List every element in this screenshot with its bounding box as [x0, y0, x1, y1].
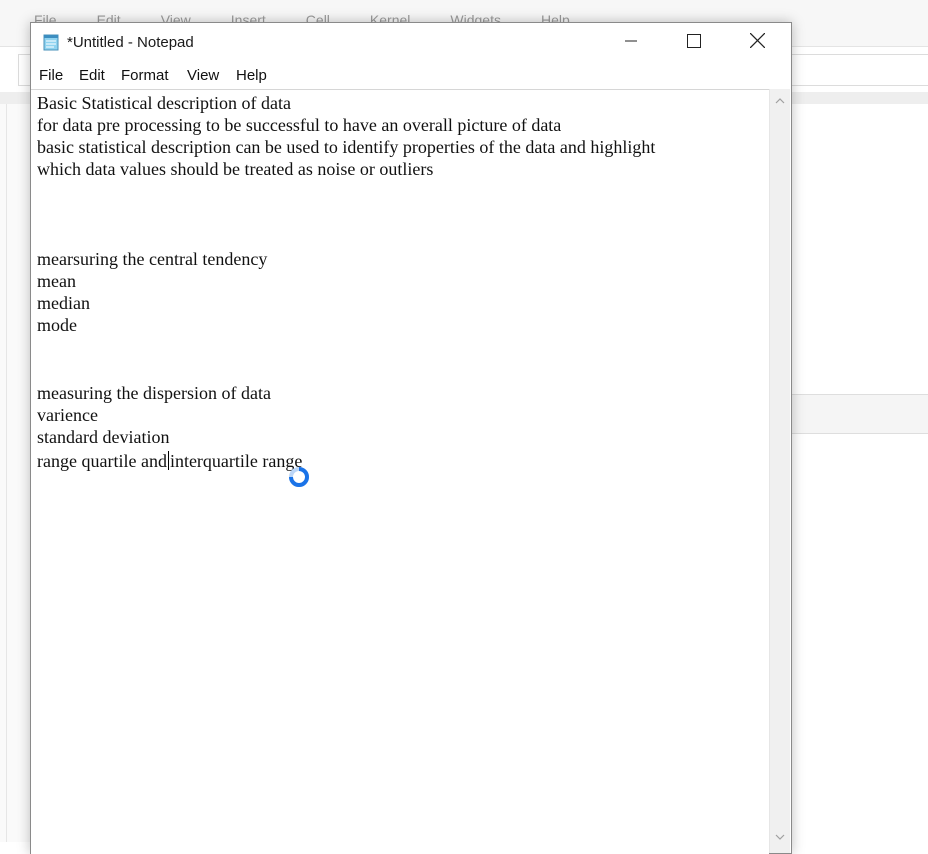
maximize-button[interactable]	[664, 23, 724, 63]
editor-line: mearsuring the central tendency	[37, 249, 268, 269]
scroll-down-button[interactable]	[770, 827, 790, 845]
notepad-icon	[43, 33, 59, 51]
editor-line: varience	[37, 405, 98, 425]
background-divider-line	[6, 104, 7, 842]
editor-line: basic statistical description can be use…	[37, 137, 656, 157]
editor-line: median	[37, 293, 90, 313]
menu-help[interactable]: Help	[236, 67, 267, 84]
editor-line: which data values should be treated as n…	[37, 159, 434, 179]
minimize-button[interactable]	[601, 23, 661, 63]
caret-line-after: interquartile range	[169, 451, 303, 471]
editor-line: mode	[37, 315, 77, 335]
maximize-icon	[687, 33, 701, 53]
notepad-window: *Untitled - Notepad File Edit Format Vie…	[30, 22, 792, 854]
background-cell-divider	[790, 394, 928, 434]
editor-line: measuring the dispersion of data	[37, 383, 271, 403]
chevron-down-icon	[775, 827, 785, 845]
busy-cursor-icon	[288, 466, 310, 488]
close-icon	[749, 32, 765, 53]
editor-line: for data pre processing to be successful…	[37, 115, 562, 135]
caret-line-before: range quartile and	[37, 451, 167, 471]
background-panel	[790, 104, 928, 394]
window-title: *Untitled - Notepad	[67, 34, 194, 51]
menu-format[interactable]: Format	[121, 67, 169, 84]
editor-line-with-caret: range quartile and interquartile range	[37, 450, 302, 472]
editor-line: Basic Statistical description of data	[37, 93, 291, 113]
menu-file[interactable]: File	[39, 67, 63, 84]
text-caret	[167, 451, 169, 470]
menu-edit[interactable]: Edit	[79, 67, 105, 84]
minimize-icon	[625, 34, 637, 52]
menu-bar: File Edit Format View Help	[31, 63, 791, 89]
background-left-strip	[0, 104, 30, 842]
text-editor[interactable]: Basic Statistical description of data fo…	[31, 89, 769, 854]
vertical-scrollbar[interactable]	[769, 89, 790, 853]
chevron-up-icon	[775, 91, 785, 109]
scroll-up-button[interactable]	[770, 91, 790, 109]
menu-view[interactable]: View	[187, 67, 219, 84]
editor-line: standard deviation	[37, 427, 170, 447]
close-button[interactable]	[727, 23, 787, 63]
title-bar[interactable]: *Untitled - Notepad	[31, 23, 791, 63]
editor-line: mean	[37, 271, 76, 291]
